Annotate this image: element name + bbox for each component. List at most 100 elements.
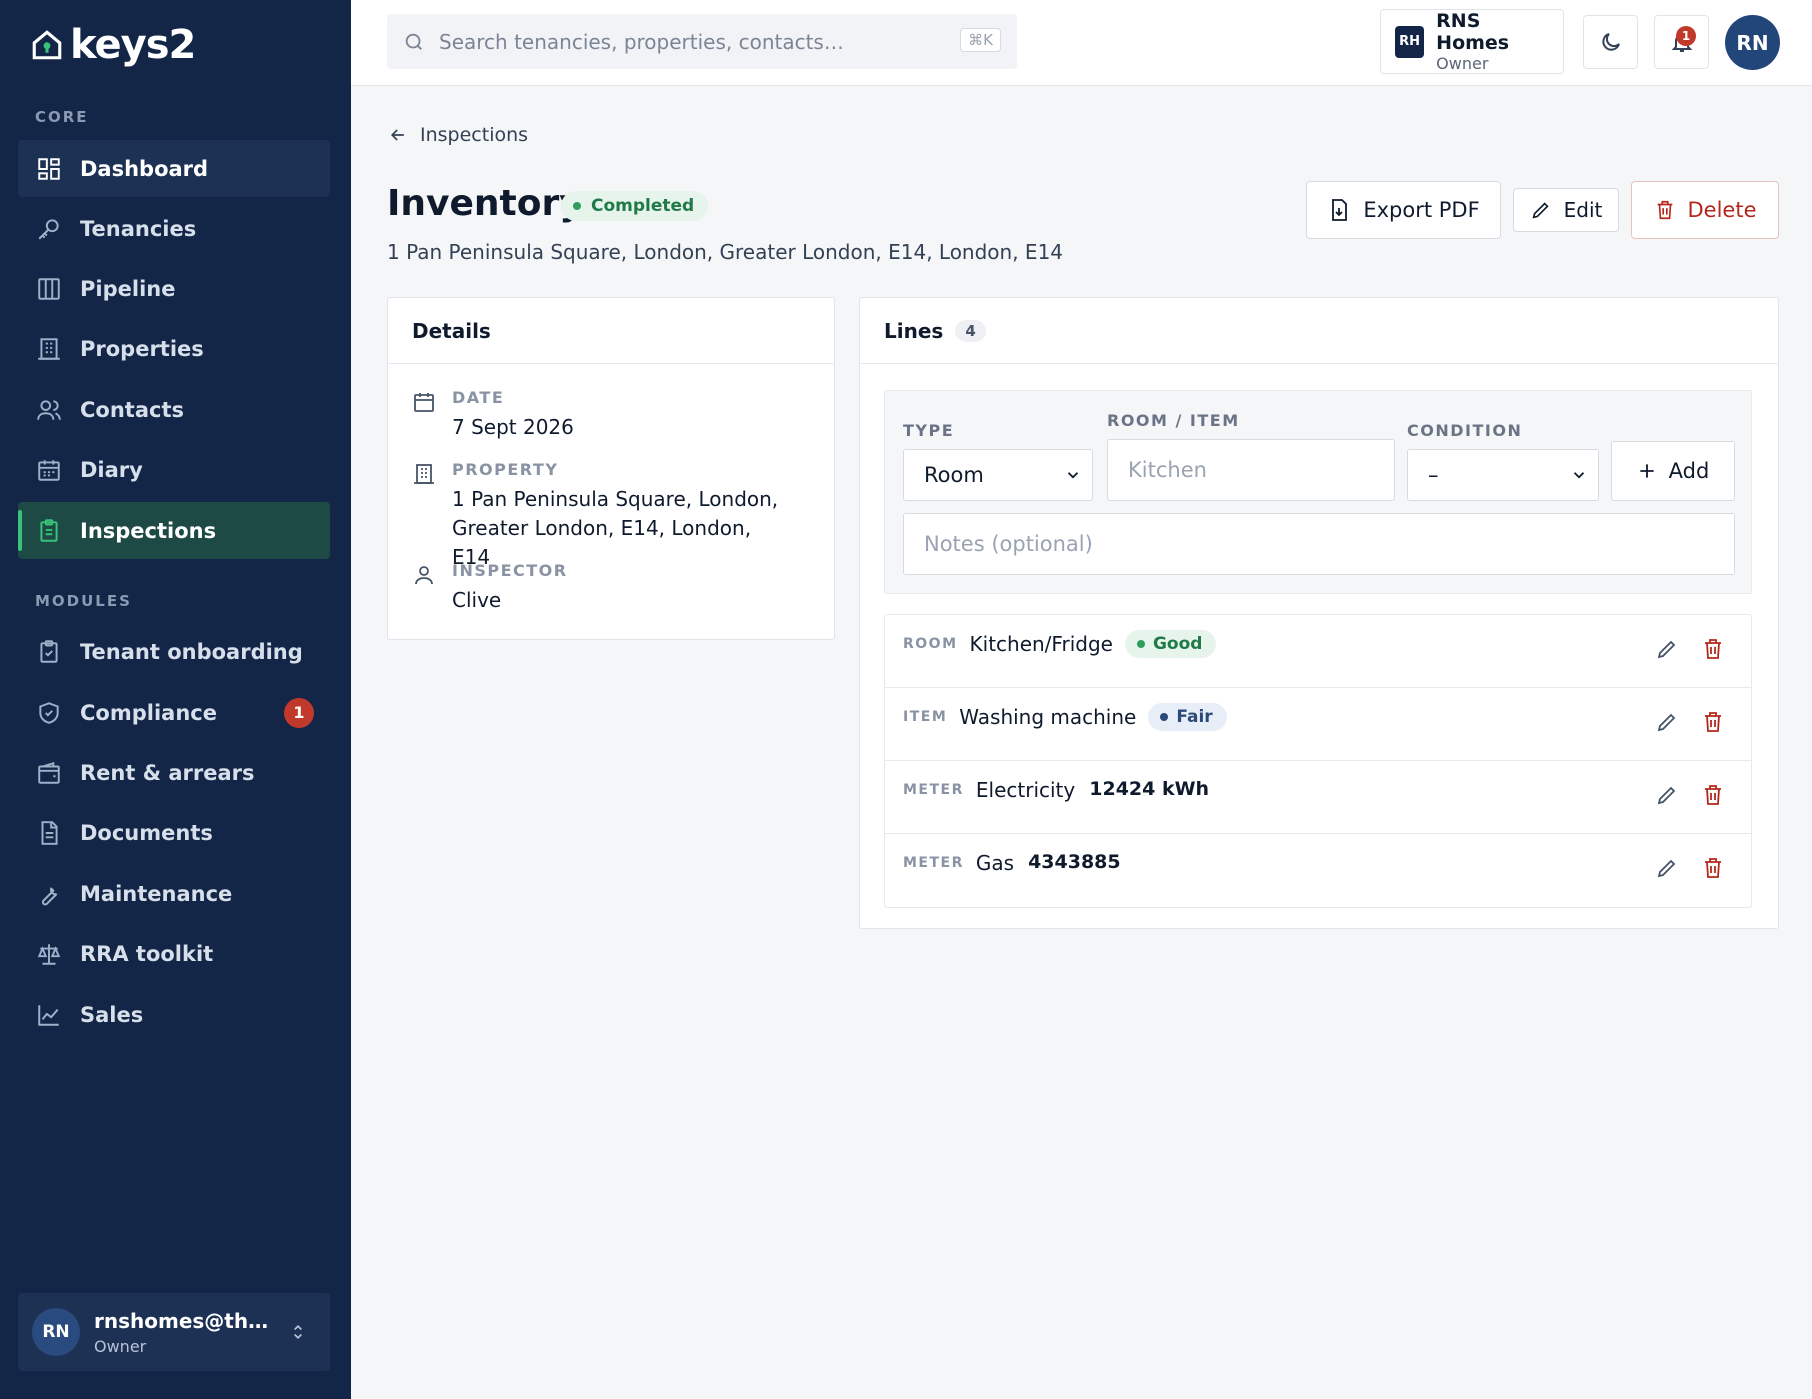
line-kind: ROOM: [903, 636, 958, 652]
type-select[interactable]: Room: [903, 449, 1093, 501]
line-kind: METER: [903, 855, 964, 871]
brand-logo[interactable]: keys2: [30, 22, 196, 68]
type-label: TYPE: [903, 421, 955, 440]
condition-text: Good: [1152, 634, 1203, 654]
property-label: PROPERTY: [452, 460, 559, 479]
pencil-icon[interactable]: [1655, 710, 1679, 734]
detail-property: PROPERTY 1 Pan Peninsula Square, London,…: [412, 460, 792, 572]
page-title: Inventory: [387, 183, 583, 224]
pencil-icon[interactable]: [1655, 637, 1679, 661]
user-menu[interactable]: RN rnshomes@theoli… Owner: [18, 1293, 330, 1371]
chevron-up-down-icon: [294, 1324, 302, 1340]
nav-tenant-onboarding[interactable]: Tenant onboarding: [18, 623, 330, 680]
detail-date: DATE 7 Sept 2026: [412, 388, 574, 442]
document-icon: [41, 820, 58, 845]
condition-select[interactable]: –: [1407, 449, 1599, 501]
brand-name: keys2: [70, 22, 196, 68]
line-name: Electricity: [975, 778, 1076, 802]
nav-label: Maintenance: [80, 881, 233, 906]
nav-label: Rent & arrears: [80, 760, 255, 785]
details-heading: Details: [388, 298, 834, 364]
detail-inspector: INSPECTOR Clive: [412, 561, 568, 615]
line-kind: METER: [903, 782, 964, 798]
user-email: rnshomes@theoli…: [94, 1308, 274, 1333]
chevron-down-icon: [1067, 472, 1079, 479]
nav-diary[interactable]: Diary: [18, 441, 330, 498]
nav-label: Tenant onboarding: [80, 639, 303, 664]
add-line-form: TYPE Room ROOM / ITEM Kitchen CONDITION …: [884, 390, 1752, 594]
notes-input[interactable]: Notes (optional): [903, 513, 1735, 575]
trash-icon[interactable]: [1701, 856, 1725, 880]
chart-icon: [38, 1004, 59, 1026]
nav-documents[interactable]: Documents: [18, 804, 330, 861]
trash-icon[interactable]: [1701, 710, 1725, 734]
nav-rent-arrears[interactable]: Rent & arrears: [18, 744, 330, 801]
building-icon: [38, 337, 60, 360]
modules-section-label: MODULES: [35, 592, 132, 610]
nav-inspections[interactable]: Inspections: [18, 502, 330, 559]
date-value: 7 Sept 2026: [452, 415, 574, 439]
line-name: Gas: [975, 851, 1015, 875]
plus-icon: [1639, 464, 1654, 478]
status-dot: [573, 202, 581, 210]
lines-list: ROOM Kitchen/Fridge Good ITEM Washing ma…: [884, 614, 1752, 908]
moon-icon: [1601, 33, 1620, 51]
export-pdf-button[interactable]: Export PDF: [1306, 181, 1501, 239]
theme-toggle-button[interactable]: [1583, 15, 1638, 69]
nav-rra-toolkit[interactable]: RRA toolkit: [18, 925, 330, 982]
page-address: 1 Pan Peninsula Square, London, Greater …: [387, 240, 1064, 264]
meter-reading: 12424 kWh: [1089, 778, 1210, 800]
nav-sales[interactable]: Sales: [18, 986, 330, 1043]
nav-tenancies[interactable]: Tenancies: [18, 200, 330, 257]
contacts-icon: [37, 399, 61, 420]
nav-contacts[interactable]: Contacts: [18, 381, 330, 438]
compliance-badge: 1: [284, 697, 314, 728]
home-icon: [32, 30, 62, 60]
notes-placeholder: Notes (optional): [924, 532, 1093, 556]
nav-dashboard[interactable]: Dashboard: [18, 140, 330, 197]
trash-icon[interactable]: [1701, 783, 1725, 807]
pencil-icon[interactable]: [1655, 856, 1679, 880]
inspector-value: Clive: [452, 588, 502, 612]
arrow-left-icon: [390, 129, 404, 141]
item-label: ROOM / ITEM: [1107, 411, 1240, 430]
inspector-label: INSPECTOR: [452, 561, 568, 580]
pencil-icon[interactable]: [1655, 783, 1679, 807]
nav-label: Inspections: [80, 518, 217, 543]
nav-compliance[interactable]: Compliance 1: [18, 684, 330, 741]
nav-maintenance[interactable]: Maintenance: [18, 865, 330, 922]
search-input[interactable]: Search tenancies, properties, contacts… …: [387, 14, 1017, 69]
back-link[interactable]: Inspections: [388, 124, 528, 146]
room-item-input[interactable]: Kitchen: [1107, 439, 1395, 501]
trash-icon[interactable]: [1701, 637, 1725, 661]
notification-count: 1: [1676, 26, 1696, 46]
date-label: DATE: [452, 388, 505, 407]
back-label: Inspections: [420, 124, 529, 146]
avatar[interactable]: RN: [1725, 15, 1780, 70]
list-item: METER Gas 4343885: [885, 834, 1751, 907]
line-name: Washing machine: [959, 705, 1137, 729]
nav-label: Compliance: [80, 700, 217, 725]
delete-button[interactable]: Delete: [1631, 181, 1779, 239]
condition-value: –: [1428, 463, 1439, 487]
dashboard-icon: [38, 157, 60, 180]
clipboard-icon: [40, 518, 58, 542]
add-line-button[interactable]: Add: [1611, 441, 1735, 501]
pipeline-icon: [38, 277, 60, 300]
nav-pipeline[interactable]: Pipeline: [18, 260, 330, 317]
org-switcher[interactable]: RH RNS Homes Owner: [1380, 9, 1564, 74]
nav-label: Properties: [80, 336, 204, 361]
meter-reading: 4343885: [1028, 851, 1121, 873]
user-icon: [415, 566, 433, 585]
nav-label: Sales: [80, 1002, 144, 1027]
pencil-icon: [1532, 202, 1549, 219]
details-card: Details DATE 7 Sept 2026 PROPERTY 1 Pan …: [387, 297, 835, 640]
scales-icon: [37, 943, 61, 965]
shortcut-hint: ⌘K: [960, 28, 1001, 52]
notifications-button[interactable]: 1: [1654, 15, 1709, 69]
edit-button[interactable]: Edit: [1513, 188, 1619, 232]
wallet-icon: [38, 761, 60, 784]
clipboard-check-icon: [40, 639, 58, 663]
list-item: ITEM Washing machine Fair: [885, 688, 1751, 761]
nav-properties[interactable]: Properties: [18, 320, 330, 377]
